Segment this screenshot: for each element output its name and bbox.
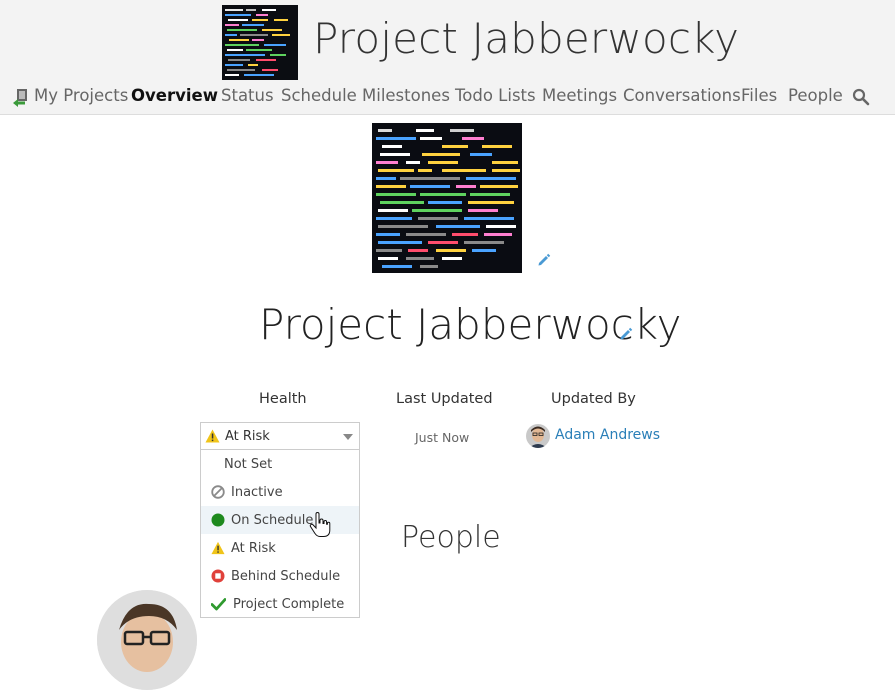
updated-by-label: Updated By [551, 391, 636, 407]
last-updated-value: Just Now [415, 430, 470, 445]
health-option-behind-schedule[interactable]: Behind Schedule [201, 562, 359, 590]
nav-milestones[interactable]: Milestones [362, 86, 450, 105]
nav-overview[interactable]: Overview [131, 86, 218, 105]
project-image [372, 123, 522, 273]
health-select-value: At Risk [225, 429, 270, 444]
people-heading: People [401, 520, 501, 555]
nav-meetings[interactable]: Meetings [542, 86, 617, 105]
nav-files[interactable]: Files [741, 86, 777, 105]
option-label: Behind Schedule [231, 569, 341, 584]
inactive-icon [211, 485, 225, 499]
project-thumbnail [222, 5, 298, 80]
chevron-down-icon [343, 434, 353, 440]
last-updated-label: Last Updated [396, 391, 493, 407]
nav-conversations[interactable]: Conversations [623, 86, 741, 105]
nav-schedule[interactable]: Schedule [281, 86, 357, 105]
search-icon[interactable] [852, 88, 870, 106]
nav-my-projects[interactable]: My Projects [34, 86, 128, 105]
person-avatar[interactable] [97, 590, 197, 690]
warning-icon [205, 429, 220, 443]
option-label: Not Set [224, 457, 273, 472]
project-nav: My Projects Overview Status Schedule Mil… [0, 86, 895, 108]
option-label: Project Complete [233, 597, 345, 612]
header-project-title: Project Jabberwocky [313, 14, 740, 63]
health-option-at-risk[interactable]: At Risk [201, 534, 359, 562]
behind-schedule-icon [211, 569, 225, 583]
health-select[interactable]: At Risk [200, 422, 360, 450]
updated-by-user-link[interactable]: Adam Andrews [555, 427, 660, 443]
avatar [526, 424, 550, 448]
edit-title-pencil-icon[interactable] [619, 327, 633, 341]
checkmark-icon [211, 598, 226, 611]
page-title: Project Jabberwocky [259, 300, 682, 349]
health-option-inactive[interactable]: Inactive [201, 478, 359, 506]
health-option-project-complete[interactable]: Project Complete [201, 590, 359, 618]
health-option-not-set[interactable]: Not Set [201, 450, 359, 478]
nav-status[interactable]: Status [221, 86, 274, 105]
edit-image-pencil-icon[interactable] [537, 253, 551, 267]
health-option-on-schedule[interactable]: On Schedule [201, 506, 359, 534]
hand-cursor-icon [309, 512, 331, 537]
nav-people[interactable]: People [788, 86, 843, 105]
health-dropdown: Not Set Inactive On Schedule At Risk Beh… [200, 450, 360, 618]
option-label: At Risk [231, 541, 276, 556]
option-label: Inactive [231, 485, 283, 500]
on-schedule-icon [211, 513, 225, 527]
warning-icon [211, 541, 225, 555]
option-label: On Schedule [231, 513, 314, 528]
nav-todo-lists[interactable]: Todo Lists [455, 86, 536, 105]
health-label: Health [259, 391, 307, 407]
